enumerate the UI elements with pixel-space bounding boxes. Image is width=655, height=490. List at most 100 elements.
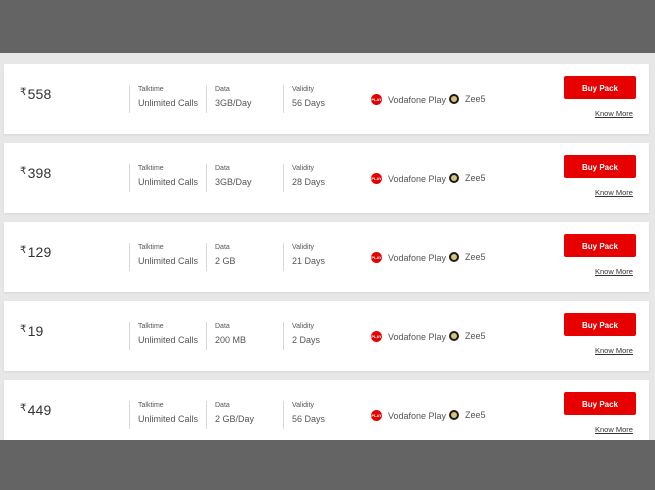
data-column: Data 3GB/Day bbox=[206, 164, 252, 192]
vodafone-play-icon: PLAY bbox=[371, 331, 382, 342]
plan-card: ₹129 Talktime Unlimited Calls Data 2 GB Va… bbox=[4, 222, 649, 292]
price-value: 129 bbox=[27, 244, 52, 260]
know-more-link[interactable]: Know More bbox=[595, 425, 633, 434]
ott-name: Vodafone Play bbox=[388, 410, 447, 421]
plan-price: ₹19 bbox=[20, 323, 44, 339]
ott-name: Vodafone Play bbox=[388, 173, 447, 184]
data-value: 3GB/Day bbox=[215, 177, 252, 187]
ott-vodafone-play: PLAY Vodafone Play bbox=[371, 410, 446, 421]
validity-value: 56 Days bbox=[292, 414, 326, 424]
data-column: Data 2 GB bbox=[206, 243, 236, 271]
know-more-link[interactable]: Know More bbox=[595, 267, 633, 276]
validity-column: Validity 21 Days bbox=[283, 243, 325, 271]
validity-label: Validity bbox=[292, 402, 315, 409]
plan-card: ₹558 Talktime Unlimited Calls Data 3GB/Day… bbox=[4, 64, 649, 134]
talktime-value: Unlimited Calls bbox=[138, 335, 199, 345]
data-column: Data 3GB/Day bbox=[206, 85, 252, 113]
know-more-link[interactable]: Know More bbox=[595, 346, 633, 355]
plan-price: ₹129 bbox=[20, 244, 52, 260]
data-label: Data bbox=[215, 402, 230, 409]
ott-zee5: Zee5 bbox=[449, 173, 486, 183]
ott-name: Zee5 bbox=[465, 94, 486, 104]
talktime-column: Talktime Unlimited Calls bbox=[129, 164, 198, 192]
know-more-link[interactable]: Know More bbox=[595, 188, 633, 197]
zee5-icon bbox=[449, 94, 459, 104]
ott-name: Zee5 bbox=[465, 410, 486, 420]
data-value: 3GB/Day bbox=[215, 98, 252, 108]
ott-vodafone-play: PLAY Vodafone Play bbox=[371, 331, 446, 342]
price-value: 558 bbox=[27, 86, 52, 102]
validity-column: Validity 28 Days bbox=[283, 164, 325, 192]
buy-pack-button[interactable]: Buy Pack bbox=[564, 392, 636, 415]
price-value: 449 bbox=[27, 402, 52, 418]
validity-label: Validity bbox=[292, 323, 315, 330]
plan-list: ₹558 Talktime Unlimited Calls Data 3GB/Day… bbox=[0, 53, 655, 440]
rupee-symbol: ₹ bbox=[20, 166, 27, 177]
know-more-link[interactable]: Know More bbox=[595, 109, 633, 118]
validity-label: Validity bbox=[292, 165, 315, 172]
validity-value: 2 Days bbox=[292, 335, 321, 345]
ott-zee5: Zee5 bbox=[449, 94, 486, 104]
validity-column: Validity 2 Days bbox=[283, 322, 320, 350]
price-value: 19 bbox=[27, 323, 44, 339]
data-label: Data bbox=[215, 244, 230, 251]
validity-column: Validity 56 Days bbox=[283, 401, 325, 429]
talktime-value: Unlimited Calls bbox=[138, 98, 199, 108]
plan-card: ₹398 Talktime Unlimited Calls Data 3GB/Day… bbox=[4, 143, 649, 213]
plan-card: ₹449 Talktime Unlimited Calls Data 2 GB/Da… bbox=[4, 380, 649, 440]
data-label: Data bbox=[215, 323, 230, 330]
buy-pack-button[interactable]: Buy Pack bbox=[564, 234, 636, 257]
ott-name: Zee5 bbox=[465, 252, 486, 262]
talktime-label: Talktime bbox=[138, 165, 164, 172]
data-column: Data 2 GB/Day bbox=[206, 401, 254, 429]
rupee-symbol: ₹ bbox=[20, 87, 27, 98]
talktime-value: Unlimited Calls bbox=[138, 256, 199, 266]
validity-value: 56 Days bbox=[292, 98, 326, 108]
ott-vodafone-play: PLAY Vodafone Play bbox=[371, 94, 446, 105]
data-column: Data 200 MB bbox=[206, 322, 246, 350]
talktime-column: Talktime Unlimited Calls bbox=[129, 243, 198, 271]
validity-label: Validity bbox=[292, 244, 315, 251]
plan-price: ₹398 bbox=[20, 165, 52, 181]
ott-name: Vodafone Play bbox=[388, 331, 447, 342]
zee5-icon bbox=[449, 410, 459, 420]
data-value: 2 GB bbox=[215, 256, 236, 266]
talktime-label: Talktime bbox=[138, 402, 164, 409]
ott-zee5: Zee5 bbox=[449, 252, 486, 262]
validity-value: 21 Days bbox=[292, 256, 326, 266]
data-label: Data bbox=[215, 86, 230, 93]
vodafone-play-icon: PLAY bbox=[371, 410, 382, 421]
talktime-label: Talktime bbox=[138, 244, 164, 251]
ott-name: Zee5 bbox=[465, 331, 486, 341]
buy-pack-button[interactable]: Buy Pack bbox=[564, 76, 636, 99]
rupee-symbol: ₹ bbox=[20, 403, 27, 414]
talktime-label: Talktime bbox=[138, 86, 164, 93]
ott-vodafone-play: PLAY Vodafone Play bbox=[371, 173, 446, 184]
data-value: 2 GB/Day bbox=[215, 414, 255, 424]
vodafone-play-icon: PLAY bbox=[371, 94, 382, 105]
talktime-label: Talktime bbox=[138, 323, 164, 330]
plan-price: ₹558 bbox=[20, 86, 52, 102]
ott-name: Vodafone Play bbox=[388, 252, 447, 263]
data-label: Data bbox=[215, 165, 230, 172]
vodafone-play-icon: PLAY bbox=[371, 173, 382, 184]
talktime-value: Unlimited Calls bbox=[138, 414, 199, 424]
plan-price: ₹449 bbox=[20, 402, 52, 418]
buy-pack-button[interactable]: Buy Pack bbox=[564, 313, 636, 336]
rupee-symbol: ₹ bbox=[20, 245, 27, 256]
zee5-icon bbox=[449, 331, 459, 341]
ott-zee5: Zee5 bbox=[449, 410, 486, 420]
buy-pack-button[interactable]: Buy Pack bbox=[564, 155, 636, 178]
talktime-column: Talktime Unlimited Calls bbox=[129, 85, 198, 113]
vodafone-play-icon: PLAY bbox=[371, 252, 382, 263]
ott-vodafone-play: PLAY Vodafone Play bbox=[371, 252, 446, 263]
validity-column: Validity 56 Days bbox=[283, 85, 325, 113]
plan-card: ₹19 Talktime Unlimited Calls Data 200 MB V… bbox=[4, 301, 649, 371]
zee5-icon bbox=[449, 173, 459, 183]
talktime-value: Unlimited Calls bbox=[138, 177, 199, 187]
validity-label: Validity bbox=[292, 86, 315, 93]
ott-name: Zee5 bbox=[465, 173, 486, 183]
validity-value: 28 Days bbox=[292, 177, 326, 187]
zee5-icon bbox=[449, 252, 459, 262]
ott-zee5: Zee5 bbox=[449, 331, 486, 341]
